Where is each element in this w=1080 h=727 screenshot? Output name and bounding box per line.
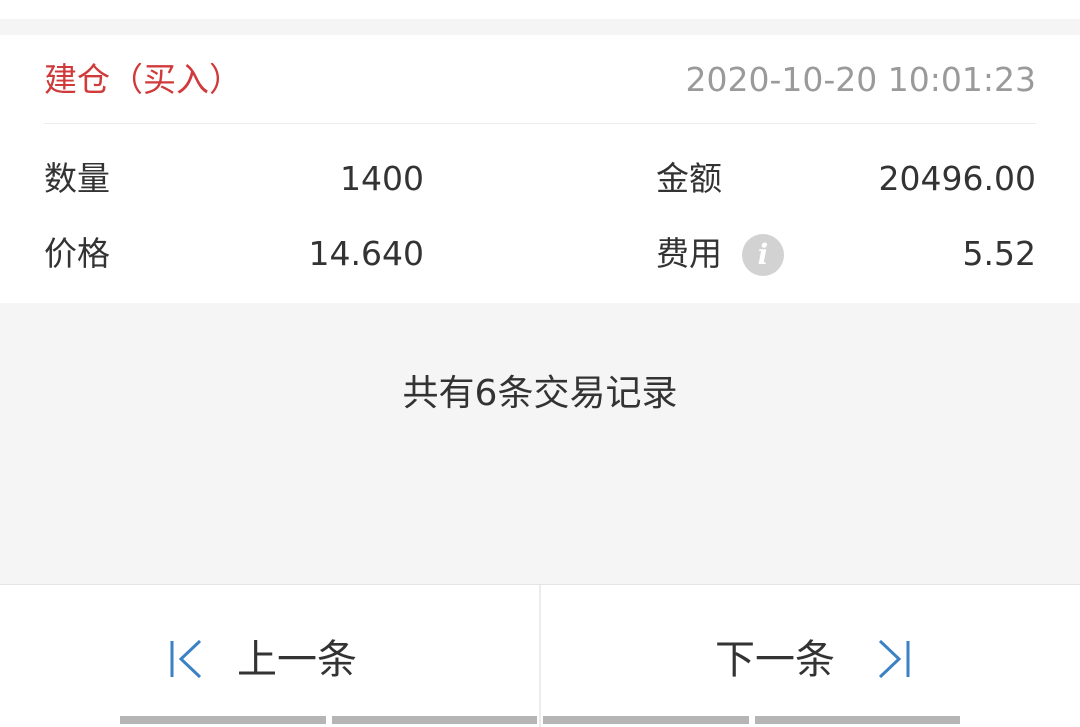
info-icon[interactable]: i — [742, 234, 784, 276]
trade-count-summary: 共有6条交易记录 — [402, 373, 678, 414]
skip-first-icon — [170, 639, 202, 679]
amount-value: 20496.00 — [878, 159, 1036, 198]
scrollbar-segment — [543, 716, 749, 724]
price-value: 14.640 — [308, 234, 424, 273]
scrollbar-segment — [754, 716, 960, 724]
fee-label: 费用 — [656, 234, 722, 273]
scrollbar-segment — [120, 716, 326, 724]
trade-type-label: 建仓（买入） — [44, 60, 242, 99]
trade-timestamp: 2020-10-20 10:01:23 — [685, 60, 1036, 99]
price-label: 价格 — [44, 234, 110, 273]
prev-record-label: 上一条 — [237, 637, 357, 683]
prev-record-button[interactable]: 上一条 — [0, 585, 539, 727]
next-record-button[interactable]: 下一条 — [541, 585, 1080, 727]
top-strip — [0, 0, 1080, 19]
bottom-scrollbar[interactable] — [120, 716, 960, 724]
bottom-navigation-bar: 上一条 下一条 — [0, 584, 1080, 727]
fee-value: 5.52 — [962, 234, 1036, 273]
quantity-value: 1400 — [340, 159, 424, 198]
next-record-label: 下一条 — [715, 637, 835, 683]
amount-label: 金额 — [656, 159, 722, 198]
skip-last-icon — [878, 639, 910, 679]
trade-detail-page: 建仓（买入） 2020-10-20 10:01:23 数量 1400 金额 20… — [0, 0, 1080, 727]
trade-record-header: 建仓（买入） 2020-10-20 10:01:23 — [44, 35, 1036, 124]
scrollbar-segment — [331, 716, 537, 724]
quantity-label: 数量 — [44, 159, 110, 198]
